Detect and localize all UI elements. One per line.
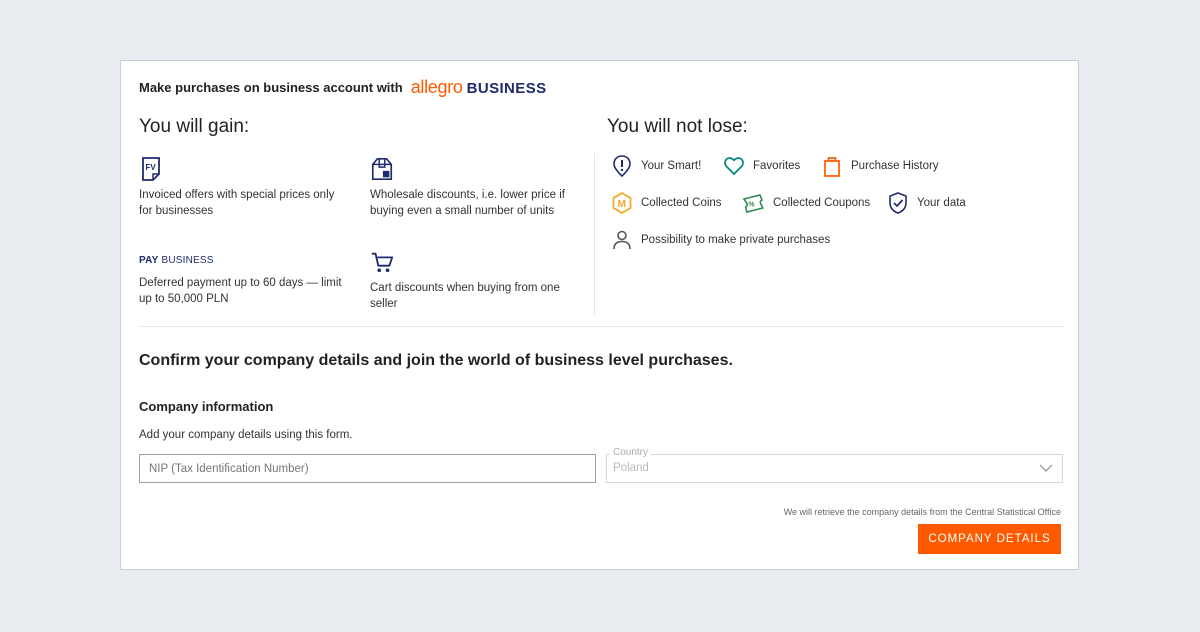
lose-item-coupons: % Collected Coupons (741, 191, 870, 215)
country-select[interactable]: Country Poland (606, 447, 1063, 483)
gain-item-text: Cart discounts when buying from one sell… (370, 282, 560, 310)
shopping-bag-icon (824, 157, 840, 177)
allegro-business-logo: allegro BUSINESS (411, 77, 547, 98)
column-divider (594, 153, 595, 315)
chevron-down-icon (1039, 464, 1053, 472)
lose-item-text: Your Smart! (641, 160, 702, 172)
lose-item-text: Possibility to make private purchases (641, 234, 831, 246)
gain-item-text: Invoiced offers with special prices only… (139, 189, 335, 217)
gain-item-invoice: FV Invoiced offers with special prices o… (139, 156, 344, 219)
svg-text:FV: FV (146, 163, 157, 172)
lose-item-text: Favorites (753, 160, 801, 172)
gain-item-pay-business: PAY BUSINESS Deferred payment up to 60 d… (139, 253, 344, 307)
svg-text:%: % (749, 202, 756, 209)
gain-item-wholesale: Wholesale discounts, i.e. lower price if… (370, 156, 575, 219)
company-info-title: Company information (139, 399, 274, 414)
gus-note: We will retrieve the company details fro… (783, 507, 1061, 517)
lose-item-text: Purchase History (851, 160, 939, 172)
person-icon (613, 230, 631, 250)
lose-item-your-data: Your data (887, 191, 966, 215)
cart-icon (371, 252, 394, 273)
smart-icon (613, 155, 631, 178)
gain-item-cart: Cart discounts when buying from one sell… (370, 249, 575, 312)
svg-text:M: M (618, 199, 626, 210)
invoice-fv-icon: FV (142, 157, 160, 181)
logo-allegro-text: allegro (410, 77, 463, 97)
pay-business-logo: PAY BUSINESS (139, 253, 344, 269)
lose-item-coins: M Collected Coins (611, 191, 722, 215)
lose-item-private-purchases: Possibility to make private purchases (611, 228, 830, 252)
coin-icon: M (612, 192, 632, 214)
gain-title: You will gain: (139, 116, 250, 137)
logo-business-text: BUSINESS (466, 80, 547, 97)
business-account-card: Make purchases on business account with … (120, 60, 1079, 570)
country-value: Poland (613, 462, 649, 474)
country-label: Country (610, 447, 652, 458)
gain-item-text: Wholesale discounts, i.e. lower price if… (370, 189, 565, 217)
header: Make purchases on business account with … (139, 77, 547, 98)
gain-item-text: Deferred payment up to 60 days — limit u… (139, 277, 342, 305)
company-info-description: Add your company details using this form… (139, 429, 353, 441)
section-divider (139, 326, 1063, 327)
lose-title: You will not lose: (607, 116, 748, 137)
heart-icon (724, 157, 744, 176)
lose-item-smart: Your Smart! (611, 154, 701, 178)
nip-input[interactable] (139, 454, 596, 483)
company-details-button[interactable]: COMPANY DETAILS (918, 524, 1061, 554)
shield-check-icon (889, 192, 907, 214)
pay-business-logo-text: BUSINESS (161, 255, 214, 266)
confirm-headline: Confirm your company details and join th… (139, 352, 733, 369)
lose-item-favorites: Favorites (723, 154, 800, 178)
lose-item-text: Collected Coupons (773, 197, 871, 209)
wholesale-box-icon (371, 158, 393, 180)
lose-item-text: Your data (917, 197, 966, 209)
coupon-icon: % (742, 194, 764, 213)
header-intro: Make purchases on business account with (139, 80, 403, 95)
pay-business-logo-bold: PAY (139, 255, 159, 266)
lose-item-purchase-history: Purchase History (821, 154, 939, 178)
lose-item-text: Collected Coins (641, 197, 722, 209)
